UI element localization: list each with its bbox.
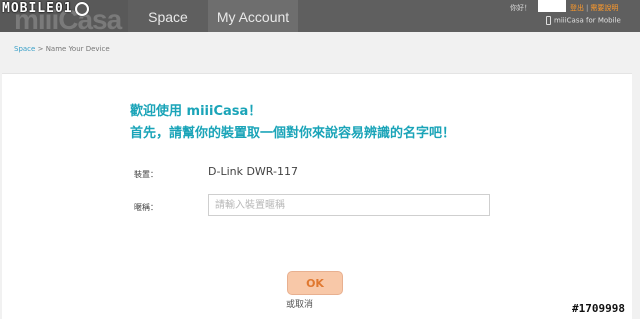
logout-link[interactable]: 登出 <box>570 4 584 12</box>
tab-my-account[interactable]: My Account <box>208 0 298 32</box>
magnifier-icon <box>74 1 89 16</box>
link-separator: | <box>586 4 589 12</box>
greeting-text: 你好！ <box>510 4 531 12</box>
nickname-label: 暱稱： <box>134 203 158 212</box>
nickname-input[interactable] <box>208 194 490 216</box>
watermark-logo: MOBILE01 <box>2 1 89 16</box>
account-links: 登出 | 需要說明 <box>570 3 618 13</box>
cancel-link[interactable]: 或取消 <box>286 297 313 310</box>
mobile-link-label: miiiCasa for Mobile <box>554 16 621 25</box>
ok-button[interactable]: OK <box>287 271 343 295</box>
name-device-panel: 歡迎使用 miiiCasa！ 首先，請幫你的裝置取一個對你來說容易辨識的名字吧！… <box>2 73 632 319</box>
breadcrumb-separator: > <box>37 45 44 53</box>
watermark-text: MOBILE01 <box>2 1 73 16</box>
device-value: D-Link DWR-117 <box>208 165 298 178</box>
device-label: 裝置： <box>134 170 158 179</box>
phone-icon <box>546 16 551 25</box>
post-id-watermark: #1709998 <box>572 302 625 315</box>
help-link[interactable]: 需要說明 <box>590 4 618 12</box>
username-box <box>538 0 566 12</box>
welcome-heading: 歡迎使用 miiiCasa！ <box>130 104 262 119</box>
top-navigation-bar: miiiCasa MOBILE01 Space My Account 你好！ 登… <box>0 0 640 32</box>
mobile-link[interactable]: miiiCasa for Mobile <box>546 16 621 25</box>
tab-space[interactable]: Space <box>128 0 208 32</box>
welcome-instruction: 首先，請幫你的裝置取一個對你來說容易辨識的名字吧！ <box>130 126 456 141</box>
breadcrumb-space[interactable]: Space <box>14 45 35 53</box>
breadcrumb: Space > Name Your Device <box>14 45 110 53</box>
brand-logo[interactable]: miiiCasa MOBILE01 <box>0 0 128 32</box>
breadcrumb-current: Name Your Device <box>45 45 110 53</box>
